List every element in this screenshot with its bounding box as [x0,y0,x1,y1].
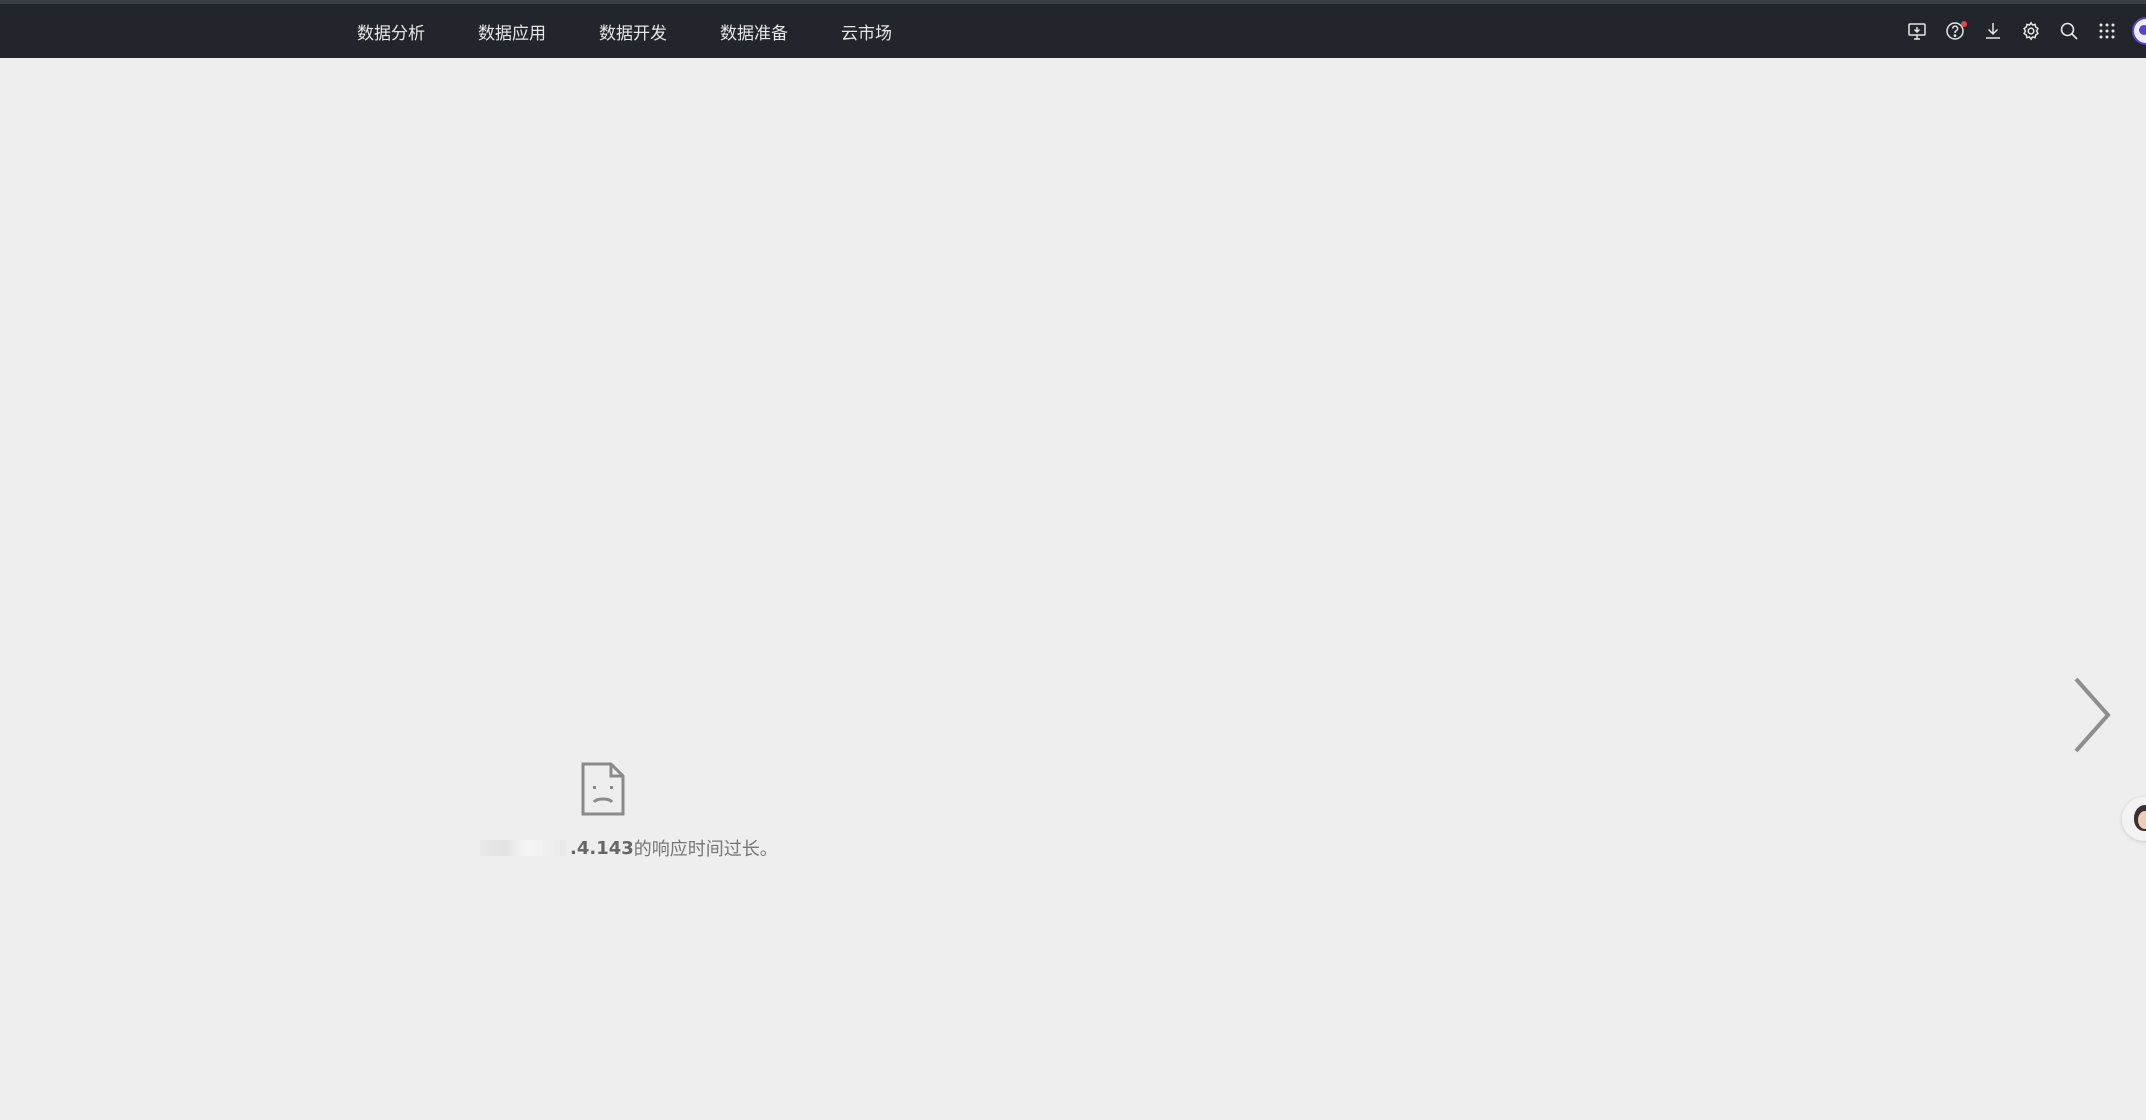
nav-item-cloud-market[interactable]: 云市场 [841,19,892,44]
notification-dot [1961,21,1967,27]
chevron-right-icon[interactable] [2070,675,2114,755]
header-toolbar [1898,4,2146,58]
error-text: 的响应时间过长。 [633,839,778,860]
apps-grid-icon [2099,23,2115,39]
timeout-error-message: .4.143 的响应时间过长。 [480,835,778,861]
settings-button[interactable] [2012,12,2050,50]
download-icon [1986,23,2000,39]
top-navigation-bar: 数据分析 数据应用 数据开发 数据准备 云市场 [0,0,2146,58]
download-button[interactable] [1974,12,2012,50]
search-icon [2060,22,2078,40]
main-nav: 数据分析 数据应用 数据开发 数据准备 云市场 [357,4,945,58]
nav-item-data-apps[interactable]: 数据应用 [478,19,546,44]
user-avatar[interactable] [2132,17,2146,45]
host-suffix: .4.143 [570,837,634,859]
nav-item-data-development[interactable]: 数据开发 [599,19,667,44]
monitor-download-button[interactable] [1898,12,1936,50]
apps-grid-button[interactable] [2088,12,2126,50]
embedded-page-area [0,58,2146,1120]
monitor-download-icon [1908,23,1926,40]
redacted-host [480,840,566,856]
nav-item-data-analysis[interactable]: 数据分析 [357,19,425,44]
nav-item-data-preparation[interactable]: 数据准备 [720,19,788,44]
gear-icon [2023,21,2039,41]
search-button[interactable] [2050,12,2088,50]
help-button[interactable] [1936,12,1974,50]
sad-document-icon [581,762,625,816]
